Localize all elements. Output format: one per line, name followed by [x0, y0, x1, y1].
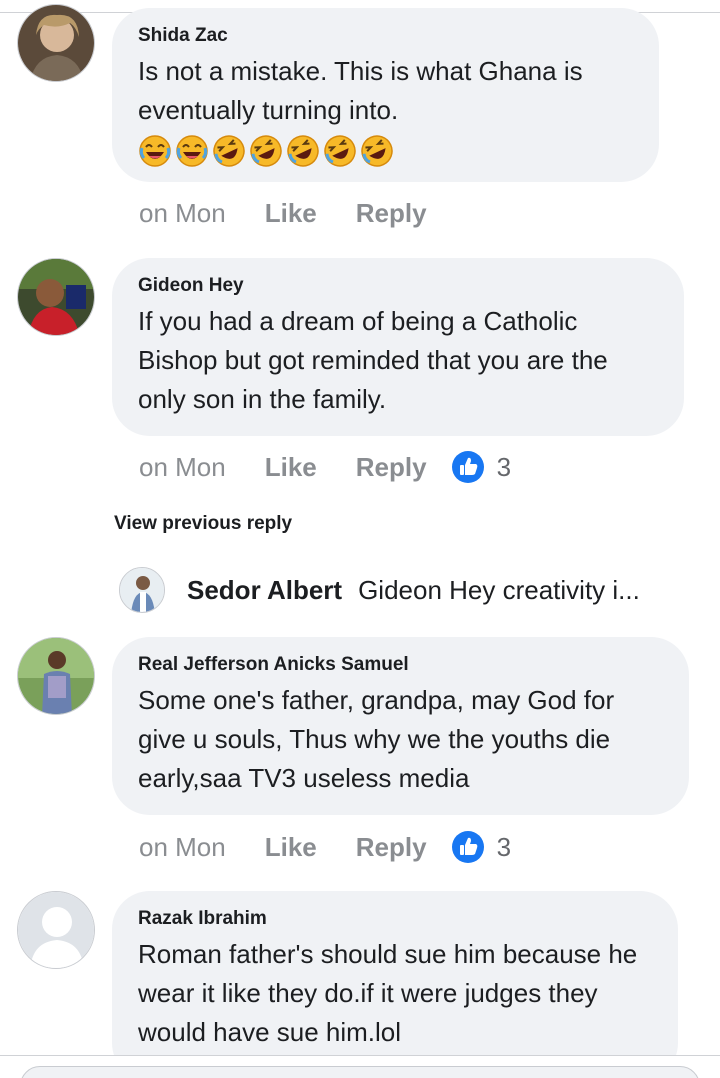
comments-screen: Shida Zac Is not a mistake. This is what…: [0, 0, 720, 1078]
avatar[interactable]: [17, 891, 95, 969]
like-button[interactable]: Like: [265, 198, 317, 229]
rolling-laughing-emoji-icon: [360, 134, 394, 168]
laughing-emoji-icon: [138, 134, 172, 168]
view-previous-reply-link[interactable]: View previous reply: [114, 513, 292, 535]
comment-bubble[interactable]: Razak Ibrahim Roman father's should sue …: [112, 891, 678, 1078]
comment-bubble[interactable]: Shida Zac Is not a mistake. This is what…: [112, 8, 659, 182]
thumbs-up-icon: [451, 450, 485, 484]
comment-bubble[interactable]: Real Jefferson Anicks Samuel Some one's …: [112, 637, 689, 815]
comment-author[interactable]: Razak Ibrahim: [138, 907, 652, 931]
comment-text: Roman father's should sue him because he…: [138, 939, 638, 1047]
comment-actions: on Mon Like Reply 3: [139, 450, 511, 484]
like-button[interactable]: Like: [265, 832, 317, 863]
avatar[interactable]: [17, 637, 95, 715]
reaction-count: 3: [496, 451, 512, 482]
reaction-count: 3: [496, 831, 512, 862]
reply-author[interactable]: Sedor Albert: [187, 575, 342, 606]
reply-button[interactable]: Reply: [356, 832, 427, 863]
comment-time[interactable]: on Mon: [139, 832, 226, 863]
reply-button[interactable]: Reply: [356, 198, 427, 229]
avatar[interactable]: [17, 258, 95, 336]
comment-text: Is not a mistake. This is what Ghana is …: [138, 56, 583, 125]
comment-actions: on Mon Like Reply 3: [139, 830, 511, 864]
reply-preview[interactable]: Sedor Albert Gideon Hey creativity i...: [119, 566, 709, 614]
comment-text: Some one's father, grandpa, may God for …: [138, 685, 615, 793]
rolling-laughing-emoji-icon: [212, 134, 246, 168]
rolling-laughing-emoji-icon: [286, 134, 320, 168]
reply-button[interactable]: Reply: [356, 452, 427, 483]
comment-input[interactable]: [20, 1066, 700, 1078]
thumbs-up-icon: [451, 830, 485, 864]
avatar[interactable]: [119, 567, 165, 613]
comment-author[interactable]: Real Jefferson Anicks Samuel: [138, 653, 663, 677]
avatar[interactable]: [17, 4, 95, 82]
comment-bubble[interactable]: Gideon Hey If you had a dream of being a…: [112, 258, 684, 436]
reaction-summary[interactable]: 3: [451, 830, 511, 864]
comment-time[interactable]: on Mon: [139, 452, 226, 483]
reply-text: Gideon Hey creativity i...: [358, 574, 640, 605]
comment-author[interactable]: Gideon Hey: [138, 274, 658, 298]
rolling-laughing-emoji-icon: [323, 134, 357, 168]
comment-text: If you had a dream of being a Catholic B…: [138, 306, 608, 414]
reaction-summary[interactable]: 3: [451, 450, 511, 484]
comment-actions: on Mon Like Reply: [139, 196, 427, 230]
like-button[interactable]: Like: [265, 452, 317, 483]
rolling-laughing-emoji-icon: [249, 134, 283, 168]
emoji-row: [138, 134, 633, 168]
comment-author[interactable]: Shida Zac: [138, 24, 633, 48]
comment-time[interactable]: on Mon: [139, 198, 226, 229]
laughing-emoji-icon: [175, 134, 209, 168]
